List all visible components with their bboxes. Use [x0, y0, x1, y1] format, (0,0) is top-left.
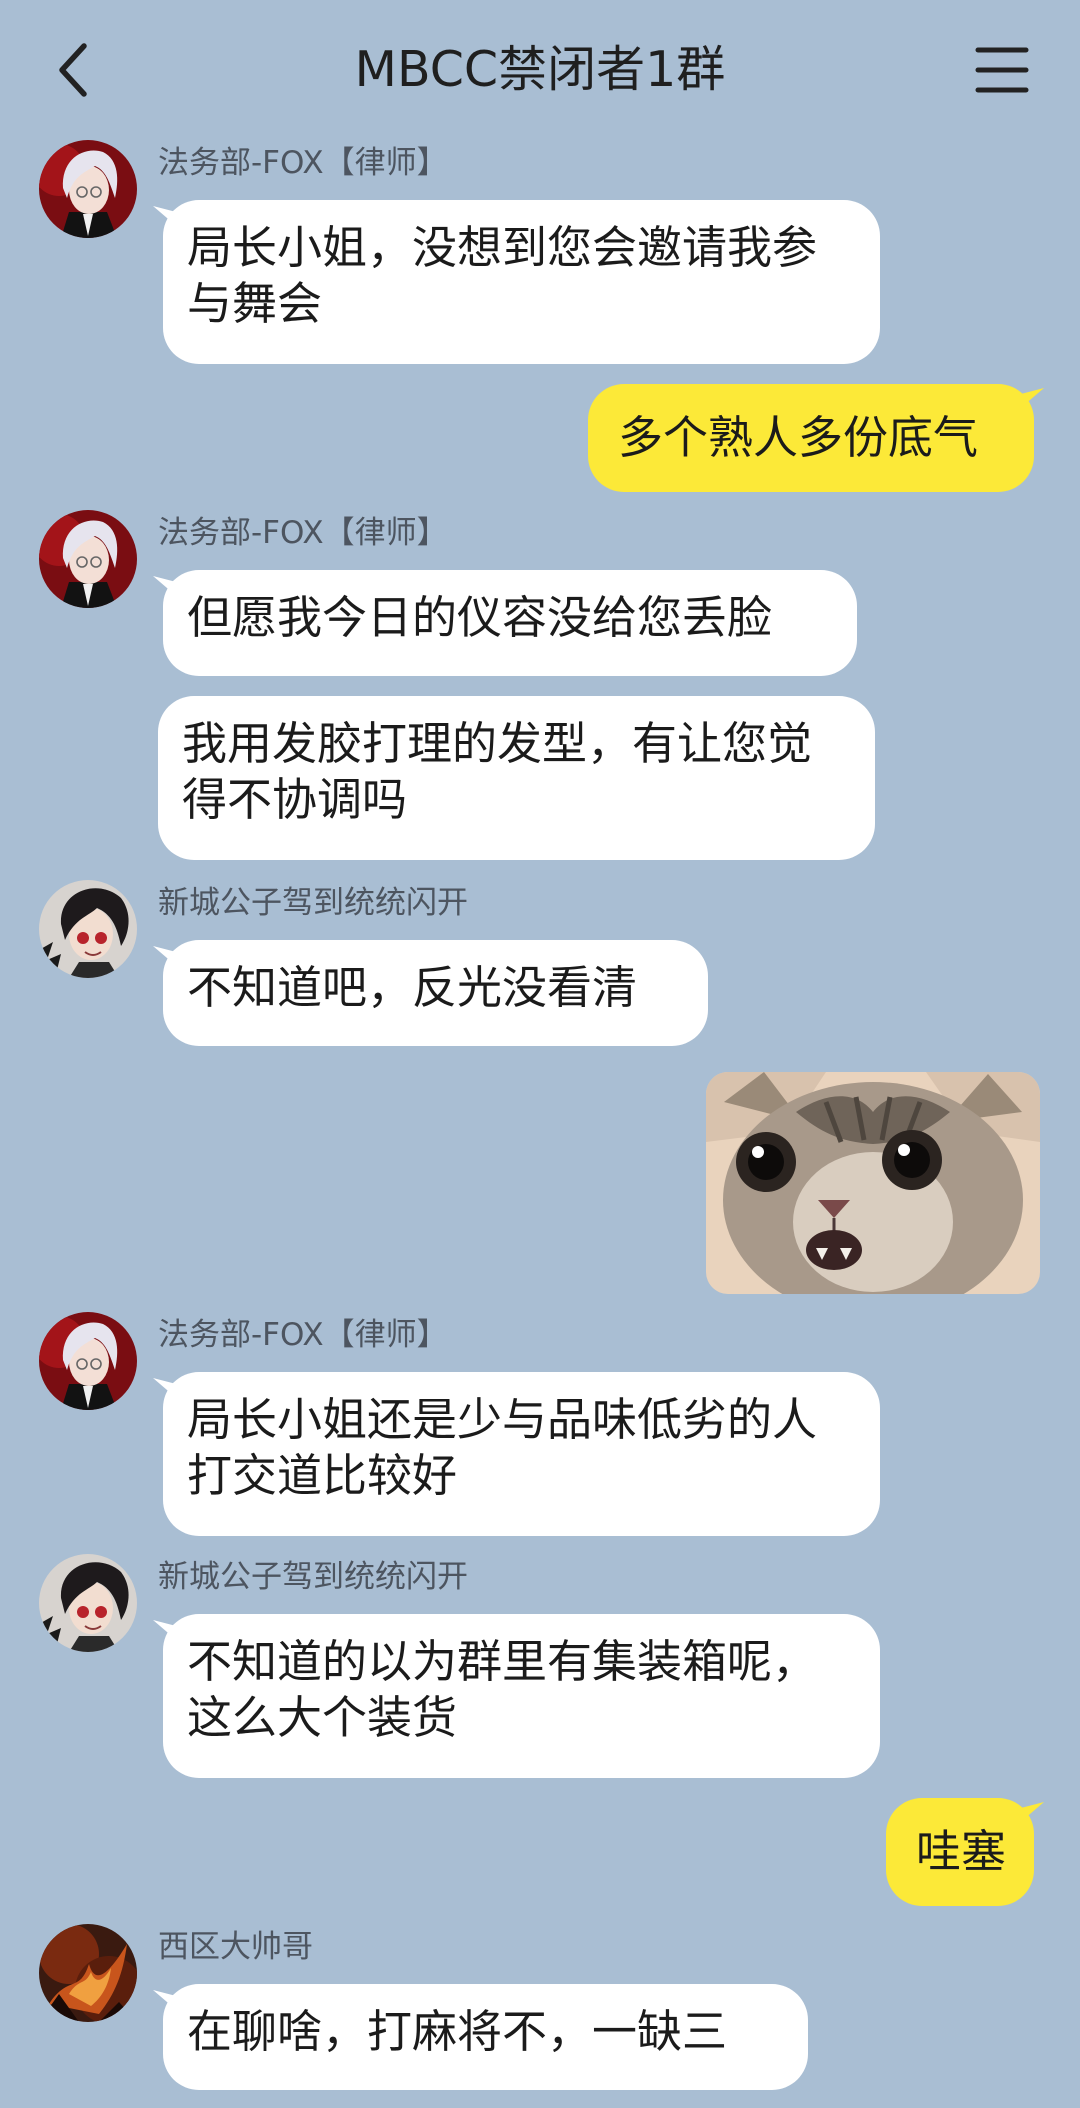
- message-text: 不知道吧，反光没看清: [187, 961, 638, 1014]
- bubble-tail: [153, 1990, 181, 2014]
- message-bubble[interactable]: 不知道吧，反光没看清: [153, 940, 708, 1046]
- xincheng-avatar-icon: [39, 1554, 137, 1652]
- avatar-fox[interactable]: [39, 140, 137, 238]
- sender-name: 西区大帅哥: [158, 1929, 313, 1965]
- sender-name: 法务部-FOX【律师】: [158, 145, 448, 181]
- menu-icon: [975, 47, 1029, 93]
- message-text: 不知道的以为群里有集装箱呢，这么大个装货: [187, 1635, 818, 1744]
- message-bubble-outgoing[interactable]: 哇塞: [886, 1798, 1044, 1906]
- message-bubble[interactable]: 但愿我今日的仪容没给您丢脸: [153, 570, 857, 676]
- xincheng-avatar-icon: [39, 880, 137, 978]
- message-bubble[interactable]: 在聊啥，打麻将不，一缺三: [153, 1984, 808, 2090]
- sender-name: 新城公子驾到统统闪开: [158, 1559, 468, 1595]
- message-text: 局长小姐还是少与品味低劣的人打交道比较好: [187, 1393, 818, 1502]
- chat-header: MBCC禁闭者1群: [0, 0, 1080, 140]
- bubble-tail: [153, 946, 181, 970]
- avatar-fox[interactable]: [39, 510, 137, 608]
- message-text: 局长小姐，没想到您会邀请我参与舞会: [187, 221, 818, 330]
- avatar-xincheng[interactable]: [39, 880, 137, 978]
- menu-button[interactable]: [972, 44, 1032, 96]
- xiqu-avatar-icon: [39, 1924, 137, 2022]
- bubble-tail: [153, 206, 181, 230]
- message-bubble[interactable]: 局长小姐还是少与品味低劣的人打交道比较好: [153, 1372, 880, 1536]
- message-text: 我用发胶打理的发型，有让您觉得不协调吗: [182, 717, 813, 826]
- message-bubble[interactable]: 不知道的以为群里有集装箱呢，这么大个装货: [153, 1614, 880, 1778]
- bubble-tail: [153, 1378, 181, 1402]
- message-text: 哇塞: [916, 1825, 1007, 1878]
- fox-avatar-icon: [39, 140, 137, 238]
- avatar-xincheng[interactable]: [39, 1554, 137, 1652]
- message-bubble[interactable]: 局长小姐，没想到您会邀请我参与舞会: [153, 200, 880, 364]
- message-bubble-outgoing[interactable]: 多个熟人多份底气: [588, 384, 1044, 492]
- sender-name: 法务部-FOX【律师】: [158, 515, 448, 551]
- fox-avatar-icon: [39, 510, 137, 608]
- fox-avatar-icon: [39, 1312, 137, 1410]
- message-text: 多个熟人多份底气: [618, 411, 979, 464]
- message-text: 但愿我今日的仪容没给您丢脸: [187, 591, 773, 644]
- cat-sticker-image: [706, 1072, 1040, 1294]
- chat-title: MBCC禁闭者1群: [354, 41, 726, 98]
- message-text: 在聊啥，打麻将不，一缺三: [187, 2005, 728, 2058]
- sender-name: 新城公子驾到统统闪开: [158, 885, 468, 921]
- bubble-tail: [1016, 388, 1044, 412]
- bubble-tail: [153, 576, 181, 600]
- back-button[interactable]: [44, 34, 104, 106]
- message-bubble[interactable]: 我用发胶打理的发型，有让您觉得不协调吗: [158, 696, 875, 860]
- bubble-tail: [153, 1620, 181, 1644]
- sender-name: 法务部-FOX【律师】: [158, 1317, 448, 1353]
- avatar-xiqu[interactable]: [39, 1924, 137, 2022]
- bubble-tail: [1016, 1802, 1044, 1826]
- surprised-cat-sticker[interactable]: [706, 1072, 1040, 1294]
- chevron-left-icon: [59, 43, 87, 97]
- avatar-fox[interactable]: [39, 1312, 137, 1410]
